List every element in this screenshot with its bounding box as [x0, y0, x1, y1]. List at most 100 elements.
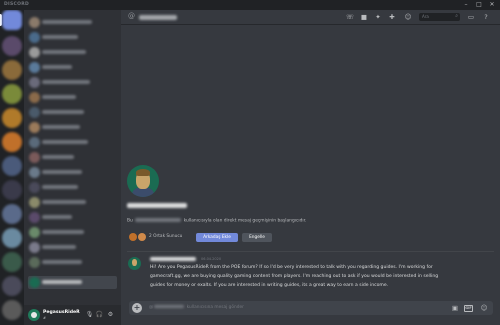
- mutual-servers-label: 2 Ortak Sunucu: [149, 234, 183, 239]
- search-placeholder: Ara: [422, 14, 429, 19]
- server-icon[interactable]: [2, 252, 22, 272]
- server-icon[interactable]: [2, 228, 22, 248]
- avatar: [29, 227, 40, 238]
- avatar: [29, 92, 40, 103]
- server-icon[interactable]: [2, 84, 22, 104]
- list-item[interactable]: [28, 31, 117, 44]
- chat-header: @ ☏ ■ ✦ ✚ ☺ Ara ⌕ ▭ ?: [121, 10, 500, 25]
- gift-icon[interactable]: ▣: [450, 303, 460, 313]
- avatar: [29, 47, 40, 58]
- list-item[interactable]: [28, 46, 117, 59]
- server-icon[interactable]: [2, 204, 22, 224]
- list-item[interactable]: [28, 121, 117, 134]
- maximize-button[interactable]: □: [473, 0, 485, 10]
- avatar: [29, 257, 40, 268]
- server-list: [0, 10, 24, 325]
- minimize-button[interactable]: –: [460, 0, 472, 10]
- close-button[interactable]: ✕: [486, 0, 498, 10]
- user-panel: PegasusRideR # 🎙 🎧 ⚙: [24, 305, 121, 325]
- server-icon[interactable]: [2, 276, 22, 296]
- composer-placeholder: kullanıcısına mesaj gönder: [186, 305, 244, 310]
- dm-name: [42, 65, 72, 69]
- add-friend-icon[interactable]: ✚: [387, 12, 397, 22]
- message-author[interactable]: [150, 257, 196, 261]
- server-icon[interactable]: [2, 132, 22, 152]
- home-button[interactable]: [2, 10, 22, 30]
- server-icon[interactable]: [2, 156, 22, 176]
- headphones-icon[interactable]: 🎧: [95, 310, 104, 320]
- avatar: [29, 242, 40, 253]
- list-item[interactable]: [28, 76, 117, 89]
- avatar: [29, 62, 40, 73]
- server-icon[interactable]: [2, 108, 22, 128]
- dm-name: [42, 95, 76, 99]
- dm-name: [42, 245, 76, 249]
- video-icon[interactable]: ■: [359, 12, 369, 22]
- list-item[interactable]: [28, 211, 117, 224]
- server-icon: [129, 233, 137, 241]
- add-friend-button[interactable]: Arkadaş Ekle: [196, 233, 238, 242]
- upload-button[interactable]: +: [132, 303, 142, 313]
- recipient-avatar: [127, 165, 159, 197]
- list-item[interactable]: [28, 151, 117, 164]
- conversation-intro: Bu kullanıcısıyla olan direkt mesaj geçm…: [127, 218, 306, 224]
- list-item[interactable]: [28, 241, 117, 254]
- avatar: [29, 137, 40, 148]
- server-icon[interactable]: [2, 36, 22, 56]
- avatar: [29, 182, 40, 193]
- search-input[interactable]: Ara ⌕: [419, 13, 460, 21]
- divider: [127, 251, 494, 252]
- avatar: [29, 107, 40, 118]
- server-icon[interactable]: [2, 180, 22, 200]
- avatar: [29, 122, 40, 133]
- gear-icon[interactable]: ⚙: [106, 310, 115, 320]
- message-line: gamecraft.gg, we are buying quality gami…: [150, 274, 439, 279]
- list-item[interactable]: [28, 91, 117, 104]
- list-item[interactable]: [28, 226, 117, 239]
- list-item[interactable]: [28, 136, 117, 149]
- block-button[interactable]: Engelle: [242, 233, 272, 242]
- message-timestamp: 06.04.2020: [201, 257, 222, 261]
- avatar: [29, 212, 40, 223]
- dm-name: [42, 280, 82, 284]
- inbox-icon[interactable]: ▭: [466, 12, 476, 22]
- dm-name: [42, 215, 72, 219]
- server-icon[interactable]: [2, 300, 22, 320]
- recipient-name: [139, 15, 177, 20]
- list-item[interactable]: [28, 181, 117, 194]
- message-line: guides for money or exalts. If you are i…: [150, 283, 389, 288]
- list-item[interactable]: [28, 256, 117, 269]
- phone-icon[interactable]: ☏: [345, 12, 355, 22]
- dm-name: [42, 260, 82, 264]
- avatar: [29, 167, 40, 178]
- server-icon: [138, 233, 146, 241]
- gif-icon[interactable]: GIF: [464, 304, 473, 312]
- list-item[interactable]: [28, 16, 117, 29]
- emoji-icon[interactable]: ☺: [479, 303, 489, 313]
- at-icon: @: [128, 12, 135, 20]
- list-item[interactable]: [28, 166, 117, 179]
- avatar: [29, 17, 40, 28]
- list-item-selected[interactable]: [28, 276, 117, 289]
- pin-icon[interactable]: ✦: [373, 12, 383, 22]
- avatar: [29, 152, 40, 163]
- message-composer[interactable]: + @ kullanıcısına mesaj gönder ▣ GIF ☺: [129, 301, 493, 315]
- dm-name: [42, 50, 86, 54]
- members-icon[interactable]: ☺: [403, 12, 413, 22]
- dm-name: [42, 80, 90, 84]
- help-icon[interactable]: ?: [481, 12, 491, 22]
- list-item[interactable]: [28, 61, 117, 74]
- search-icon: ⌕: [455, 13, 458, 19]
- avatar[interactable]: [128, 257, 141, 270]
- dm-name: [42, 170, 82, 174]
- avatar: [29, 197, 40, 208]
- server-icon[interactable]: [2, 60, 22, 80]
- message-input[interactable]: @ kullanıcısına mesaj gönder: [149, 305, 244, 310]
- title-bar: DISCORD – □ ✕: [0, 0, 500, 10]
- dm-name: [42, 110, 84, 114]
- list-item[interactable]: [28, 106, 117, 119]
- microphone-icon[interactable]: 🎙: [85, 310, 94, 320]
- avatar: [29, 32, 40, 43]
- avatar[interactable]: [28, 309, 40, 321]
- list-item[interactable]: [28, 196, 117, 209]
